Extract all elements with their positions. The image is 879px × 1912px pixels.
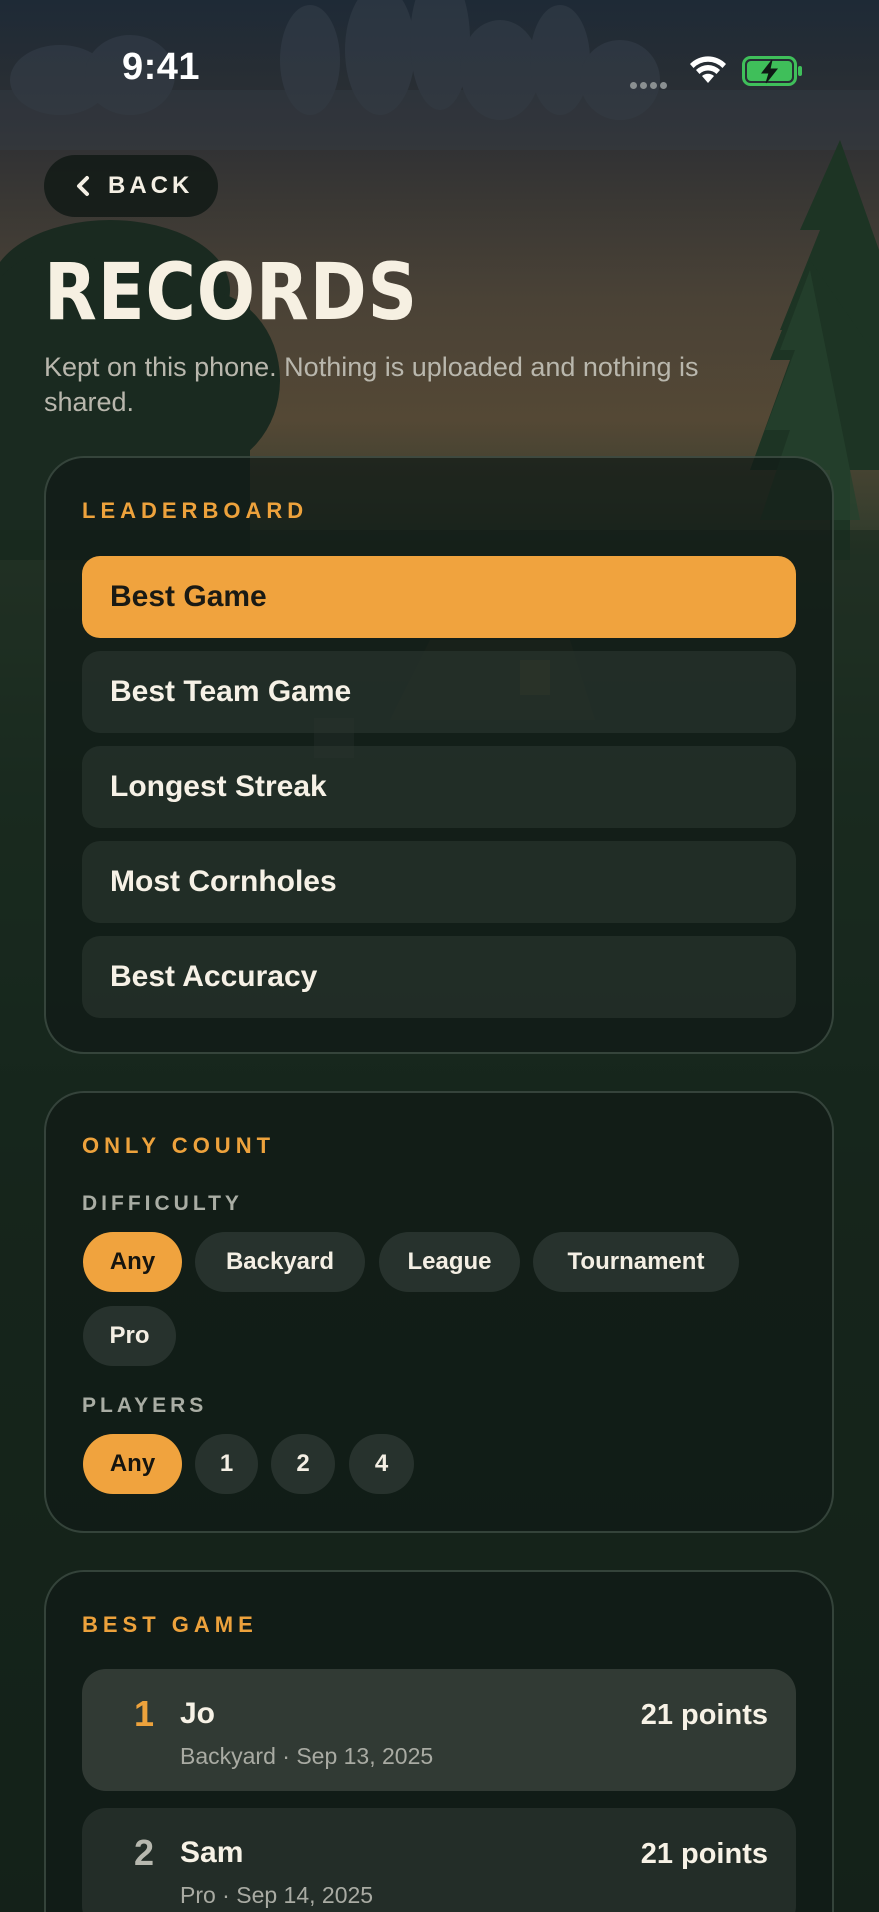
difficulty-chip-tournament[interactable]: Tournament <box>533 1232 739 1292</box>
page-title: RECORDS <box>44 248 418 338</box>
player-name: Sam <box>180 1836 244 1869</box>
wifi-icon <box>690 56 726 83</box>
page-subtitle: Kept on this phone. Nothing is uploaded … <box>44 352 699 417</box>
rank-number: 2 <box>134 1832 155 1873</box>
back-label: BACK <box>108 172 194 199</box>
player-name: Jo <box>180 1697 216 1730</box>
back-button[interactable]: BACK <box>44 155 218 217</box>
players-label: PLAYERS <box>82 1394 208 1417</box>
players-chip-2[interactable]: 2 <box>271 1434 335 1494</box>
game-meta: Pro · Sep 14, 2025 <box>180 1882 374 1908</box>
leaderboard-label: LEADERBOARD <box>82 498 309 523</box>
score-value: 21 points <box>640 1699 768 1731</box>
difficulty-chip-any[interactable]: Any <box>83 1232 182 1292</box>
difficulty-label: DIFFICULTY <box>82 1192 243 1215</box>
status-bar: 9:41 <box>0 0 879 140</box>
cellular-signal-icon <box>630 76 670 94</box>
players-chip-any[interactable]: Any <box>83 1434 182 1494</box>
leaderboard-row[interactable]: 1 Jo Backyard · Sep 13, 2025 21 points <box>82 1669 796 1791</box>
difficulty-chip-pro[interactable]: Pro <box>83 1306 176 1366</box>
leaderboard-option-most-cornholes[interactable]: Most Cornholes <box>82 841 796 923</box>
status-time: 9:41 <box>122 46 201 88</box>
players-chip-1[interactable]: 1 <box>195 1434 258 1494</box>
leaderboard-option-best-game[interactable]: Best Game <box>82 556 796 638</box>
filters-label: ONLY COUNT <box>82 1133 276 1158</box>
leaderboard-option-best-accuracy[interactable]: Best Accuracy <box>82 936 796 1018</box>
leaderboard-option-best-team-game[interactable]: Best Team Game <box>82 651 796 733</box>
difficulty-chip-league[interactable]: League <box>379 1232 520 1292</box>
difficulty-chip-backyard[interactable]: Backyard <box>195 1232 365 1292</box>
score-value: 21 points <box>640 1838 768 1870</box>
game-meta: Backyard · Sep 13, 2025 <box>180 1743 434 1769</box>
results-label: BEST GAME <box>82 1612 258 1637</box>
chevron-left-icon <box>77 176 89 196</box>
battery-charging-icon <box>742 56 802 86</box>
leaderboard-option-longest-streak[interactable]: Longest Streak <box>82 746 796 828</box>
players-chip-4[interactable]: 4 <box>349 1434 414 1494</box>
leaderboard-row[interactable]: 2 Sam Pro · Sep 14, 2025 21 points <box>82 1808 796 1912</box>
rank-number: 1 <box>134 1693 155 1734</box>
